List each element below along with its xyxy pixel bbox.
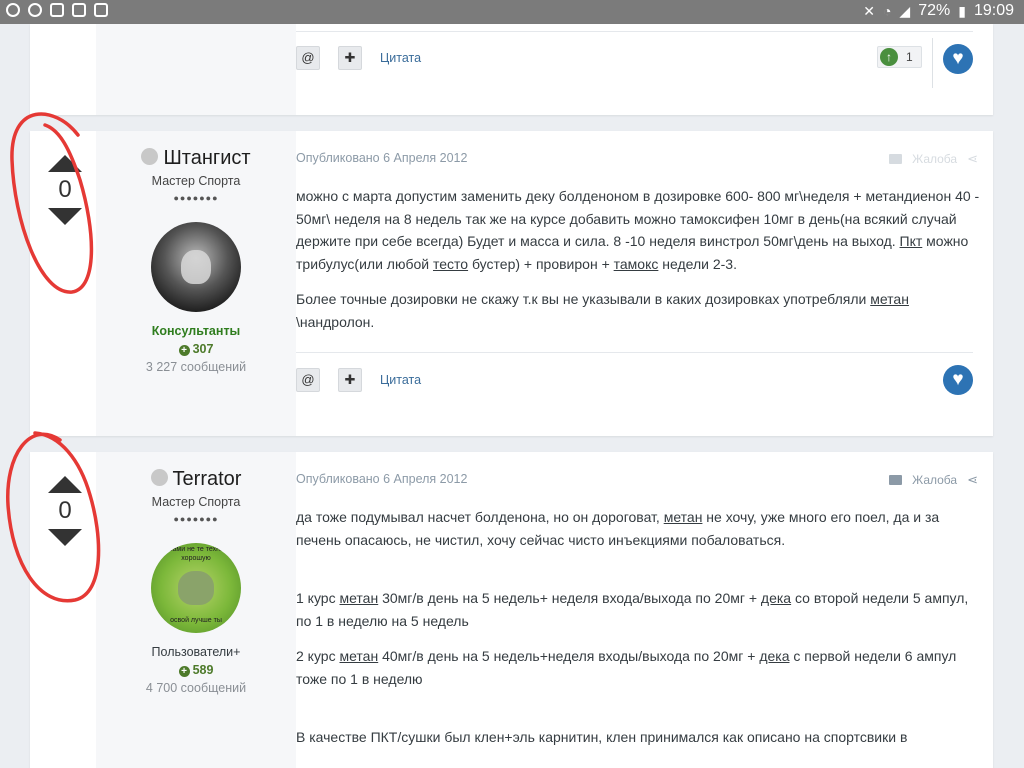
share-icon[interactable]: ⋖ [967, 472, 978, 488]
android-status-bar: ✕ ◔ ◢ 72% ▮ 19:09 [0, 0, 1024, 24]
upvote-arrow-icon[interactable] [48, 476, 82, 493]
paragraph: В качестве ПКТ/сушки был клен+эль карнит… [296, 729, 908, 745]
paragraph: 1 курс метан 30мг/в день на 5 недель+ не… [296, 590, 969, 629]
battery-level: 72% [918, 2, 951, 19]
post-tools: Жалоба ⋖ [889, 151, 978, 167]
mute-icon: ✕ [863, 2, 875, 19]
yoda-face [178, 571, 214, 605]
author-column: Штангист Мастер Спорта ●●●●●●● Консульта… [96, 131, 296, 436]
wifi-icon: ◔ [882, 3, 892, 19]
quote-button[interactable]: Цитата [380, 51, 421, 65]
report-link[interactable]: Жалоба [912, 473, 957, 487]
reputation-plus-icon: + [178, 666, 190, 677]
gallery-icon [72, 3, 86, 17]
downvote-arrow-icon[interactable] [48, 529, 82, 546]
report-link[interactable]: Жалоба [912, 152, 957, 166]
reputation: +589 [96, 663, 296, 677]
multiquote-button[interactable]: ✚ [338, 368, 362, 392]
upvote-reaction-icon: ↑ [880, 48, 898, 66]
at-icon [6, 3, 20, 17]
upvote-arrow-icon[interactable] [48, 155, 82, 172]
like-heart-icon[interactable]: ♥ [943, 365, 973, 395]
username[interactable]: Terrator [96, 468, 296, 491]
user-rank: Мастер Спорта [151, 495, 241, 509]
paragraph: Более точные дозировки не скажу т.к вы н… [296, 291, 909, 330]
user-group: Консультанты [151, 324, 241, 338]
flag-icon [94, 3, 108, 17]
author-column: Terrator Мастер Спорта ●●●●●●● весами не… [96, 452, 296, 768]
like-heart-icon[interactable]: ♥ [943, 44, 973, 74]
mention-button[interactable]: @ [296, 46, 320, 70]
divider [296, 31, 973, 32]
vote-count: 0 [58, 176, 72, 203]
user-rank: Мастер Спорта [151, 174, 241, 188]
clock: 19:09 [973, 2, 1014, 19]
username[interactable]: Штангист [96, 147, 296, 170]
reputation: +307 [96, 342, 296, 356]
reputation-plus-icon: + [178, 345, 190, 356]
post-body: можно с марта допустим заменить деку бол… [296, 185, 981, 333]
mention-button[interactable]: @ [296, 368, 320, 392]
paragraph: да тоже подумывал насчет болденона, но о… [296, 509, 940, 548]
previous-post: @ ✚ Цитата ↑ 1 ♥ [30, 24, 993, 115]
multiquote-button[interactable]: ✚ [338, 46, 362, 70]
signal-icon: ◢ [899, 2, 911, 19]
offline-status-icon [141, 148, 159, 165]
post-count: 3 227 сообщений [145, 360, 247, 374]
envelope-icon [889, 475, 903, 485]
vote-column [30, 24, 96, 115]
post-count: 4 700 сообщений [145, 681, 247, 695]
rank-pips: ●●●●●●● [173, 514, 219, 524]
image-icon [50, 3, 64, 17]
post-shtangist: 0 Штангист Мастер Спорта ●●●●●●● Консуль… [30, 131, 993, 436]
user-group: Пользователи+ [151, 645, 241, 659]
divider [296, 352, 973, 353]
share-icon[interactable]: ⋖ [967, 151, 978, 167]
post-terrator: 0 Terrator Мастер Спорта ●●●●●●● весами … [30, 452, 993, 768]
published-date: Опубликовано 6 Апреля 2012 [296, 472, 468, 486]
post-body: да тоже подумывал насчет болденона, но о… [296, 506, 981, 749]
separator [932, 38, 933, 88]
rank-pips: ●●●●●●● [173, 193, 219, 203]
paragraph: можно с марта допустим заменить деку бол… [296, 188, 980, 272]
avatar[interactable]: весами не те технику хорошую освой лучше… [151, 543, 241, 633]
avatar-face [181, 250, 211, 284]
avatar-caption-bottom: освой лучше ты [170, 617, 222, 624]
paragraph: 2 курс метан 40мг/в день на 5 недель+нед… [296, 648, 957, 687]
offline-status-icon [150, 469, 168, 486]
avatar-caption-top: весами не те технику хорошую [161, 546, 231, 562]
search-icon [28, 3, 42, 17]
published-date: Опубликовано 6 Апреля 2012 [296, 151, 468, 165]
downvote-arrow-icon[interactable] [48, 208, 82, 225]
vote-column: 0 [30, 452, 96, 768]
envelope-icon [889, 154, 903, 164]
quote-button[interactable]: Цитата [380, 373, 421, 387]
vote-column: 0 [30, 131, 96, 436]
author-column [96, 24, 296, 115]
vote-count: 0 [58, 497, 72, 524]
battery-icon: ▮ [958, 2, 966, 19]
reaction-badge[interactable]: ↑ 1 [877, 46, 922, 68]
notification-icons [6, 3, 108, 17]
avatar[interactable] [151, 222, 241, 312]
reaction-count: 1 [906, 50, 913, 64]
post-tools: Жалоба ⋖ [889, 472, 978, 488]
